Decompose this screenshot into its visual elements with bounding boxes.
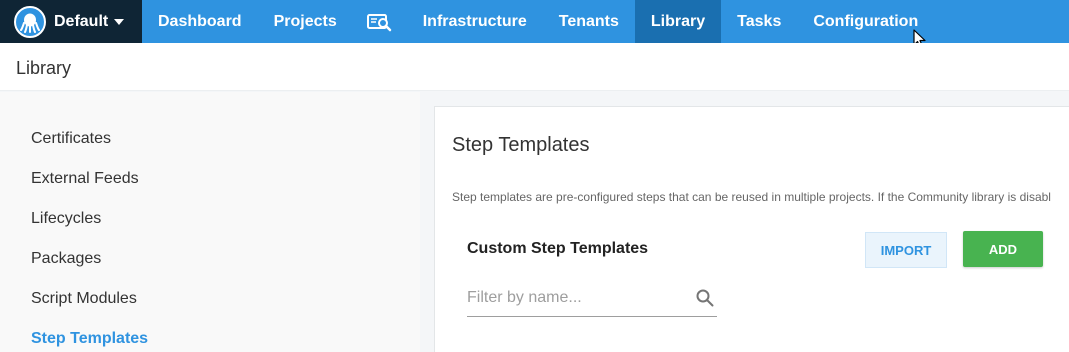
sidebar-item-packages[interactable]: Packages — [31, 250, 101, 268]
filter-field — [467, 283, 717, 317]
card-description: Step templates are pre-configured steps … — [452, 190, 1051, 204]
filter-input[interactable] — [467, 283, 687, 313]
chevron-down-icon — [114, 18, 125, 25]
sidebar: Certificates External Feeds Lifecycles P… — [0, 92, 420, 352]
nav-library[interactable]: Library — [634, 0, 722, 43]
sidebar-item-lifecycles[interactable]: Lifecycles — [31, 210, 101, 228]
section-title: Custom Step Templates — [467, 240, 649, 257]
search-dashboard-icon[interactable] — [353, 0, 407, 43]
nav-tasks[interactable]: Tasks — [721, 0, 797, 43]
title-bar: Library — [0, 43, 1069, 91]
import-button[interactable]: IMPORT — [865, 232, 947, 268]
space-switcher[interactable]: Default — [0, 0, 142, 43]
space-name: Default — [54, 12, 109, 30]
sidebar-item-certificates[interactable]: Certificates — [31, 130, 111, 148]
search-icon — [695, 288, 715, 313]
octopus-logo-icon — [14, 5, 46, 38]
card-title: Step Templates — [452, 134, 590, 156]
nav-tenants[interactable]: Tenants — [543, 0, 635, 43]
page-title: Library — [16, 58, 72, 78]
nav-infrastructure[interactable]: Infrastructure — [407, 0, 543, 43]
add-button[interactable]: ADD — [963, 231, 1043, 267]
step-templates-card: Step Templates Step templates are pre-co… — [434, 106, 1069, 352]
sidebar-item-external-feeds[interactable]: External Feeds — [31, 170, 139, 188]
nav-dashboard[interactable]: Dashboard — [142, 0, 258, 43]
top-navigation: Default Dashboard Projects Infrastructur… — [0, 0, 1069, 43]
sidebar-item-script-modules[interactable]: Script Modules — [31, 290, 137, 308]
sidebar-item-step-templates[interactable]: Step Templates — [31, 330, 148, 348]
nav-projects[interactable]: Projects — [258, 0, 353, 43]
